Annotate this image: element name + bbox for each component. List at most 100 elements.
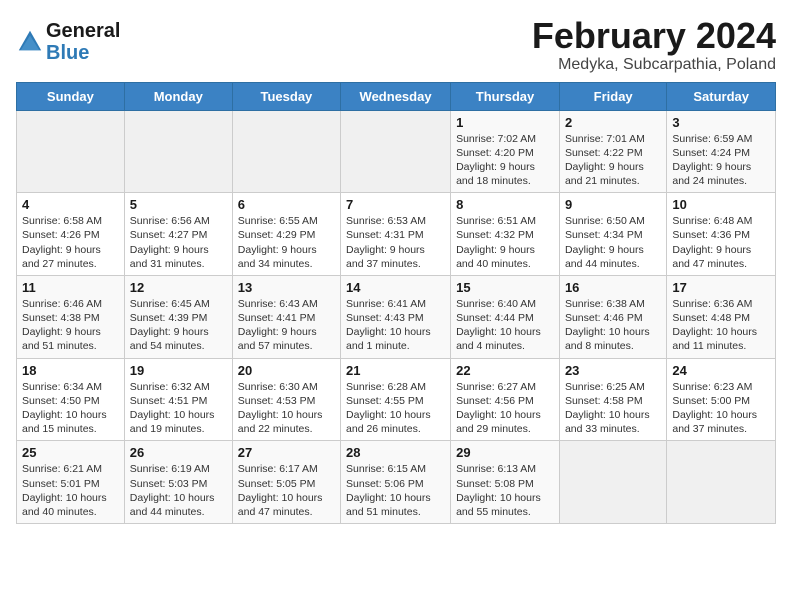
calendar-title: February 2024 — [532, 16, 776, 56]
calendar-cell: 7 Sunrise: 6:53 AMSunset: 4:31 PMDaylight… — [341, 193, 451, 276]
day-info: Sunrise: 6:32 AMSunset: 4:51 PMDaylight:… — [130, 380, 227, 437]
day-number: 6 — [238, 197, 335, 212]
day-number: 4 — [22, 197, 119, 212]
day-info: Sunrise: 6:21 AMSunset: 5:01 PMDaylight:… — [22, 462, 119, 519]
day-info: Sunrise: 6:50 AMSunset: 4:34 PMDaylight:… — [565, 214, 661, 271]
day-number: 22 — [456, 363, 554, 378]
calendar-subtitle: Medyka, Subcarpathia, Poland — [532, 56, 776, 74]
day-number: 18 — [22, 363, 119, 378]
day-number: 25 — [22, 445, 119, 460]
day-number: 16 — [565, 280, 661, 295]
day-info: Sunrise: 7:02 AMSunset: 4:20 PMDaylight:… — [456, 132, 554, 189]
day-of-week-header: Tuesday — [232, 82, 340, 110]
day-number: 3 — [672, 115, 770, 130]
calendar-table: SundayMondayTuesdayWednesdayThursdayFrid… — [16, 82, 776, 524]
calendar-body: 1 Sunrise: 7:02 AMSunset: 4:20 PMDaylight… — [17, 110, 776, 523]
calendar-cell: 28 Sunrise: 6:15 AMSunset: 5:06 PMDayligh… — [341, 441, 451, 524]
calendar-week-row: 4 Sunrise: 6:58 AMSunset: 4:26 PMDaylight… — [17, 193, 776, 276]
day-of-week-header: Wednesday — [341, 82, 451, 110]
day-info: Sunrise: 6:53 AMSunset: 4:31 PMDaylight:… — [346, 214, 445, 271]
calendar-cell — [667, 441, 776, 524]
calendar-cell: 16 Sunrise: 6:38 AMSunset: 4:46 PMDayligh… — [559, 275, 666, 358]
calendar-cell: 12 Sunrise: 6:45 AMSunset: 4:39 PMDayligh… — [124, 275, 232, 358]
day-of-week-header: Sunday — [17, 82, 125, 110]
day-info: Sunrise: 7:01 AMSunset: 4:22 PMDaylight:… — [565, 132, 661, 189]
day-number: 8 — [456, 197, 554, 212]
day-number: 28 — [346, 445, 445, 460]
logo-icon — [16, 28, 44, 56]
day-info: Sunrise: 6:41 AMSunset: 4:43 PMDaylight:… — [346, 297, 445, 354]
day-number: 15 — [456, 280, 554, 295]
day-info: Sunrise: 6:46 AMSunset: 4:38 PMDaylight:… — [22, 297, 119, 354]
day-of-week-header: Thursday — [451, 82, 560, 110]
day-number: 7 — [346, 197, 445, 212]
calendar-cell: 6 Sunrise: 6:55 AMSunset: 4:29 PMDaylight… — [232, 193, 340, 276]
day-info: Sunrise: 6:43 AMSunset: 4:41 PMDaylight:… — [238, 297, 335, 354]
day-number: 24 — [672, 363, 770, 378]
calendar-cell: 19 Sunrise: 6:32 AMSunset: 4:51 PMDayligh… — [124, 358, 232, 441]
calendar-cell: 15Sunrise: 6:40 AMSunset: 4:44 PMDayligh… — [451, 275, 560, 358]
day-info: Sunrise: 6:38 AMSunset: 4:46 PMDaylight:… — [565, 297, 661, 354]
day-info: Sunrise: 6:56 AMSunset: 4:27 PMDaylight:… — [130, 214, 227, 271]
calendar-cell — [124, 110, 232, 193]
calendar-cell: 3 Sunrise: 6:59 AMSunset: 4:24 PMDaylight… — [667, 110, 776, 193]
day-info: Sunrise: 6:19 AMSunset: 5:03 PMDaylight:… — [130, 462, 227, 519]
day-of-week-header: Monday — [124, 82, 232, 110]
day-info: Sunrise: 6:17 AMSunset: 5:05 PMDaylight:… — [238, 462, 335, 519]
calendar-cell: 20 Sunrise: 6:30 AMSunset: 4:53 PMDayligh… — [232, 358, 340, 441]
title-block: February 2024 Medyka, Subcarpathia, Pola… — [532, 16, 776, 74]
calendar-cell: 11Sunrise: 6:46 AMSunset: 4:38 PMDayligh… — [17, 275, 125, 358]
day-info: Sunrise: 6:55 AMSunset: 4:29 PMDaylight:… — [238, 214, 335, 271]
day-info: Sunrise: 6:30 AMSunset: 4:53 PMDaylight:… — [238, 380, 335, 437]
day-number: 14 — [346, 280, 445, 295]
day-info: Sunrise: 6:13 AMSunset: 5:08 PMDaylight:… — [456, 462, 554, 519]
day-info: Sunrise: 6:51 AMSunset: 4:32 PMDaylight:… — [456, 214, 554, 271]
calendar-cell: 4 Sunrise: 6:58 AMSunset: 4:26 PMDaylight… — [17, 193, 125, 276]
day-info: Sunrise: 6:15 AMSunset: 5:06 PMDaylight:… — [346, 462, 445, 519]
calendar-cell — [17, 110, 125, 193]
calendar-cell: 17Sunrise: 6:36 AMSunset: 4:48 PMDayligh… — [667, 275, 776, 358]
day-info: Sunrise: 6:28 AMSunset: 4:55 PMDaylight:… — [346, 380, 445, 437]
calendar-cell: 1 Sunrise: 7:02 AMSunset: 4:20 PMDaylight… — [451, 110, 560, 193]
calendar-cell: 18Sunrise: 6:34 AMSunset: 4:50 PMDayligh… — [17, 358, 125, 441]
day-number: 21 — [346, 363, 445, 378]
calendar-cell: 29 Sunrise: 6:13 AMSunset: 5:08 PMDayligh… — [451, 441, 560, 524]
day-info: Sunrise: 6:59 AMSunset: 4:24 PMDaylight:… — [672, 132, 770, 189]
day-of-week-header: Friday — [559, 82, 666, 110]
calendar-cell: 2Sunrise: 7:01 AMSunset: 4:22 PMDaylight… — [559, 110, 666, 193]
day-info: Sunrise: 6:58 AMSunset: 4:26 PMDaylight:… — [22, 214, 119, 271]
calendar-cell: 9 Sunrise: 6:50 AMSunset: 4:34 PMDaylight… — [559, 193, 666, 276]
calendar-week-row: 11Sunrise: 6:46 AMSunset: 4:38 PMDayligh… — [17, 275, 776, 358]
logo-general: General — [46, 20, 120, 42]
logo-blue: Blue — [46, 42, 89, 64]
day-number: 1 — [456, 115, 554, 130]
page-header: General Blue February 2024 Medyka, Subca… — [16, 16, 776, 74]
day-number: 13 — [238, 280, 335, 295]
day-number: 12 — [130, 280, 227, 295]
day-number: 5 — [130, 197, 227, 212]
calendar-cell: 24 Sunrise: 6:23 AMSunset: 5:00 PMDayligh… — [667, 358, 776, 441]
day-info: Sunrise: 6:45 AMSunset: 4:39 PMDaylight:… — [130, 297, 227, 354]
calendar-cell: 10Sunrise: 6:48 AMSunset: 4:36 PMDayligh… — [667, 193, 776, 276]
day-info: Sunrise: 6:48 AMSunset: 4:36 PMDaylight:… — [672, 214, 770, 271]
calendar-week-row: 25 Sunrise: 6:21 AMSunset: 5:01 PMDayligh… — [17, 441, 776, 524]
calendar-week-row: 18Sunrise: 6:34 AMSunset: 4:50 PMDayligh… — [17, 358, 776, 441]
calendar-cell: 8 Sunrise: 6:51 AMSunset: 4:32 PMDaylight… — [451, 193, 560, 276]
calendar-cell: 27Sunrise: 6:17 AMSunset: 5:05 PMDayligh… — [232, 441, 340, 524]
day-number: 19 — [130, 363, 227, 378]
day-number: 9 — [565, 197, 661, 212]
day-number: 23 — [565, 363, 661, 378]
day-info: Sunrise: 6:23 AMSunset: 5:00 PMDaylight:… — [672, 380, 770, 437]
calendar-cell: 21 Sunrise: 6:28 AMSunset: 4:55 PMDayligh… — [341, 358, 451, 441]
day-number: 29 — [456, 445, 554, 460]
day-info: Sunrise: 6:27 AMSunset: 4:56 PMDaylight:… — [456, 380, 554, 437]
day-number: 17 — [672, 280, 770, 295]
calendar-cell: 5 Sunrise: 6:56 AMSunset: 4:27 PMDaylight… — [124, 193, 232, 276]
day-info: Sunrise: 6:25 AMSunset: 4:58 PMDaylight:… — [565, 380, 661, 437]
day-of-week-header: Saturday — [667, 82, 776, 110]
calendar-cell: 25 Sunrise: 6:21 AMSunset: 5:01 PMDayligh… — [17, 441, 125, 524]
day-number: 20 — [238, 363, 335, 378]
calendar-cell: 13 Sunrise: 6:43 AMSunset: 4:41 PMDayligh… — [232, 275, 340, 358]
calendar-cell — [341, 110, 451, 193]
calendar-cell: 26Sunrise: 6:19 AMSunset: 5:03 PMDayligh… — [124, 441, 232, 524]
